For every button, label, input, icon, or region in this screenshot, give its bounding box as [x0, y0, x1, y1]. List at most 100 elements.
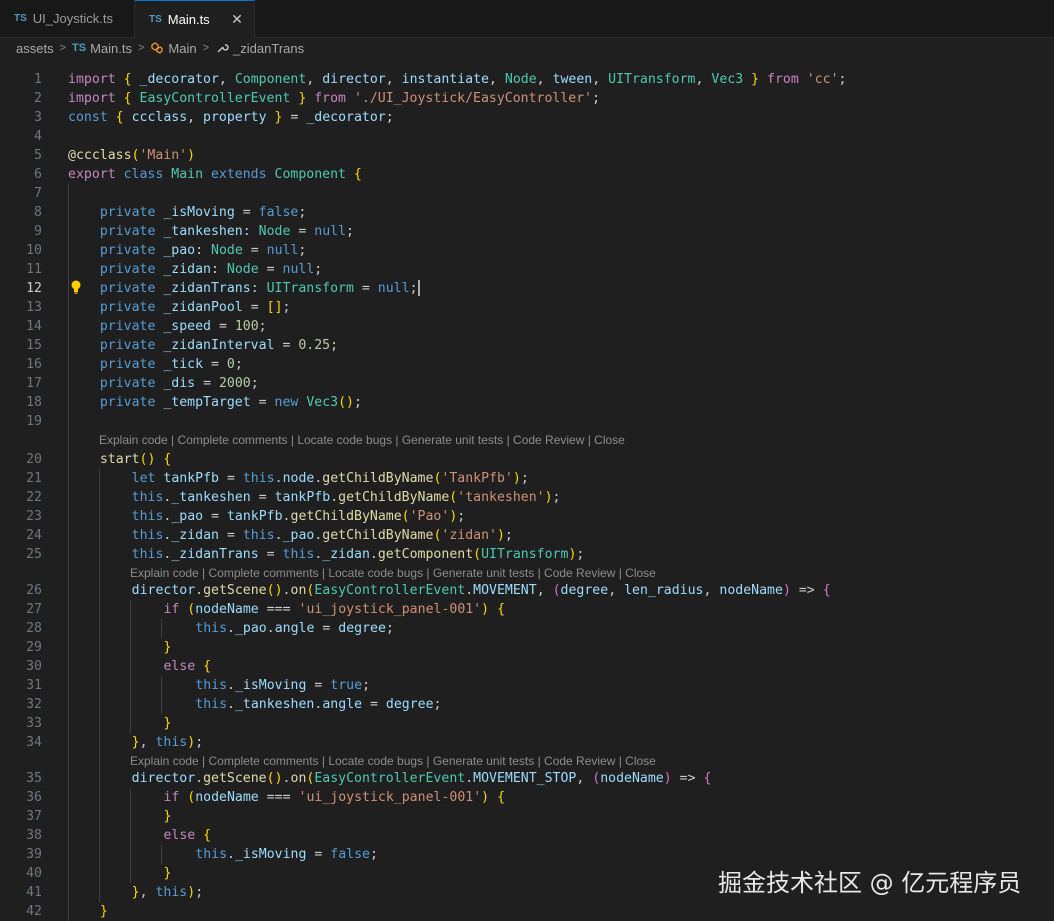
code-line[interactable]: 24 this._zidan = this._pao.getChildByNam… [0, 526, 1054, 545]
line-number: 22 [26, 490, 42, 505]
code-text: this._tankeshen = tankPfb.getChildByName… [131, 490, 561, 505]
line-number: 28 [26, 621, 42, 636]
line-number: 42 [26, 904, 42, 919]
code-line[interactable]: 39 this._isMoving = false; [0, 845, 1054, 864]
code-line[interactable]: 33 } [0, 714, 1054, 733]
code-line[interactable]: 4 [0, 127, 1054, 146]
code-line[interactable]: 2 import { EasyControllerEvent } from './… [0, 89, 1054, 108]
code-line[interactable]: 16 private _tick = 0; [0, 355, 1054, 374]
lightbulb-icon[interactable] [69, 279, 83, 295]
code-line[interactable]: 31 this._isMoving = true; [0, 676, 1054, 695]
typescript-icon: TS [149, 14, 162, 25]
code-line[interactable]: 8 private _isMoving = false; [0, 203, 1054, 222]
indent-guide [161, 619, 162, 638]
code-line[interactable]: 42 } [0, 902, 1054, 921]
watermark: 掘金技术社区 @ 亿元程序员 [718, 869, 1022, 897]
code-line[interactable]: 10 private _pao: Node = null; [0, 241, 1054, 260]
chevron-right-icon: > [202, 42, 210, 54]
code-line[interactable]: 21 let tankPfb = this.node.getChildByNam… [0, 469, 1054, 488]
codelens-actions[interactable]: Explain code | Complete comments | Locat… [130, 753, 656, 769]
line-number: 3 [34, 110, 42, 125]
code-text: private _tempTarget = new Vec3(); [99, 395, 362, 410]
code-line[interactable]: 19 [0, 412, 1054, 431]
line-number: 27 [26, 602, 42, 617]
breadcrumb-item-class[interactable]: Main [168, 41, 196, 56]
tab-ui-joystick[interactable]: TS UI_Joystick.ts [0, 0, 135, 37]
line-number: 41 [26, 885, 42, 900]
line-number: 15 [26, 338, 42, 353]
code-line[interactable]: 30 else { [0, 657, 1054, 676]
code-text: private _pao: Node = null; [99, 243, 307, 258]
indent-guide [161, 845, 162, 864]
line-number: 8 [34, 205, 42, 220]
line-number: 17 [26, 376, 42, 391]
line-number: 21 [26, 471, 42, 486]
line-number: 14 [26, 319, 42, 334]
line-number: 1 [34, 72, 42, 87]
code-text: this._pao.angle = degree; [195, 621, 394, 636]
line-number: 33 [26, 716, 42, 731]
code-line[interactable]: 15 private _zidanInterval = 0.25; [0, 336, 1054, 355]
code-line[interactable]: 5 @ccclass('Main') [0, 146, 1054, 165]
close-icon[interactable]: ✕ [228, 10, 246, 28]
code-line[interactable]: 3 const { ccclass, property } = _decorato… [0, 108, 1054, 127]
code-text: private _zidanPool = []; [99, 300, 291, 315]
code-line[interactable]: 7 [0, 184, 1054, 203]
codelens-actions[interactable]: Explain code | Complete comments | Locat… [130, 565, 656, 581]
code-line[interactable]: 9 private _tankeshen: Node = null; [0, 222, 1054, 241]
code-line[interactable]: 17 private _dis = 2000; [0, 374, 1054, 393]
breadcrumb-item-file[interactable]: Main.ts [90, 41, 132, 56]
code-text: } [163, 716, 172, 731]
property-wrench-icon [217, 44, 229, 53]
line-number: 20 [26, 452, 42, 467]
code-line[interactable]: 36 if (nodeName === 'ui_joystick_panel-0… [0, 788, 1054, 807]
code-text: private _zidan: Node = null; [99, 262, 323, 277]
line-number: 24 [26, 528, 42, 543]
code-text: private _speed = 100; [99, 319, 267, 334]
line-number: 9 [34, 224, 42, 239]
code-text: let tankPfb = this.node.getChildByName('… [131, 471, 529, 486]
code-line[interactable]: 27 if (nodeName === 'ui_joystick_panel-0… [0, 600, 1054, 619]
code-text: } [99, 904, 108, 919]
code-line[interactable]: 14 private _speed = 100; [0, 317, 1054, 336]
code-line[interactable]: 26 director.getScene().on(EasyController… [0, 581, 1054, 600]
line-number: 35 [26, 771, 42, 786]
code-line[interactable]: 6 export class Main extends Component { [0, 165, 1054, 184]
tab-main[interactable]: TS Main.ts ✕ [135, 0, 255, 38]
code-text: private _zidanInterval = 0.25; [99, 338, 339, 353]
codelens-actions[interactable]: Explain code | Complete comments | Locat… [99, 432, 625, 448]
code-line[interactable]: 32 this._tankeshen.angle = degree; [0, 695, 1054, 714]
code-line[interactable]: 12 private _zidanTrans: UITransform = nu… [0, 279, 1054, 298]
code-line[interactable]: 38 else { [0, 826, 1054, 845]
code-text: }, this); [131, 885, 204, 900]
code-text: else { [163, 659, 212, 674]
line-number: 39 [26, 847, 42, 862]
breadcrumb-item-assets[interactable]: assets [16, 41, 54, 56]
breadcrumb: assets > TS Main.ts > Main > _zidanTrans [0, 37, 1054, 59]
code-line[interactable]: 20 start() { [0, 450, 1054, 469]
code-line[interactable]: 25 this._zidanTrans = this._zidan.getCom… [0, 545, 1054, 564]
code-line[interactable]: 1 import { _decorator, Component, directo… [0, 70, 1054, 89]
code-line[interactable]: 34 }, this); [0, 733, 1054, 752]
line-number: 19 [26, 414, 42, 429]
code-line[interactable]: 22 this._tankeshen = tankPfb.getChildByN… [0, 488, 1054, 507]
line-number: 34 [26, 735, 42, 750]
indent-guide [99, 469, 100, 902]
breadcrumb-item-property[interactable]: _zidanTrans [233, 41, 304, 56]
code-line[interactable]: 18 private _tempTarget = new Vec3(); [0, 393, 1054, 412]
code-text: else { [163, 828, 212, 843]
code-text: } [163, 809, 172, 824]
code-line[interactable]: 11 private _zidan: Node = null; [0, 260, 1054, 279]
line-number: 29 [26, 640, 42, 655]
line-number: 16 [26, 357, 42, 372]
code-line[interactable]: 23 this._pao = tankPfb.getChildByName('P… [0, 507, 1054, 526]
code-text: this._pao = tankPfb.getChildByName('Pao'… [131, 509, 466, 524]
line-number: 40 [26, 866, 42, 881]
code-line[interactable]: 28 this._pao.angle = degree; [0, 619, 1054, 638]
indent-guide [130, 788, 131, 883]
code-line[interactable]: 35 director.getScene().on(EasyController… [0, 769, 1054, 788]
code-line[interactable]: 13 private _zidanPool = []; [0, 298, 1054, 317]
code-text: }, this); [131, 735, 204, 750]
code-line[interactable]: 29 } [0, 638, 1054, 657]
code-line[interactable]: 37 } [0, 807, 1054, 826]
